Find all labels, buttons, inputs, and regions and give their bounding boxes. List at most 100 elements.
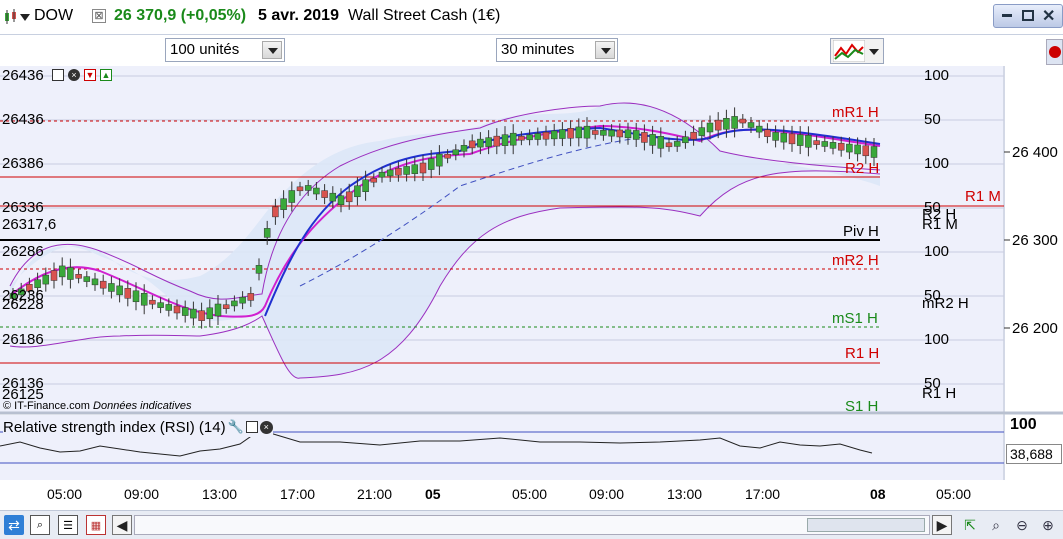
- candle-body: [108, 283, 115, 292]
- level-label: 26436: [2, 67, 44, 84]
- scroll-left-button[interactable]: ◀: [112, 515, 132, 535]
- scroll-right-button[interactable]: ▶: [932, 515, 952, 535]
- candle-body: [452, 149, 460, 156]
- level-label: 26317,6: [2, 216, 57, 233]
- candle-body: [419, 162, 427, 174]
- candle-body: [534, 133, 542, 140]
- candle-body: [395, 167, 402, 176]
- candle-body: [559, 129, 566, 139]
- level-R1M-right: R1 M: [922, 216, 958, 233]
- candle-body: [362, 179, 369, 192]
- time-label: 21:00: [357, 486, 393, 502]
- move-up-icon[interactable]: ▲: [100, 69, 112, 81]
- candle-body: [263, 228, 271, 238]
- zoom-settings-icon[interactable]: ⌕: [30, 515, 50, 535]
- candle-body: [296, 186, 304, 192]
- time-label: 05: [425, 486, 441, 502]
- level-label: 26336: [2, 199, 44, 216]
- side-panel-tab[interactable]: [1046, 39, 1063, 65]
- chart-type-selector[interactable]: [830, 38, 884, 64]
- candle-body: [764, 129, 771, 137]
- level-R1H: R1 H: [845, 345, 880, 362]
- bottom-toolbar: ⇄ ⌕ ☰ ▦ ◀ ▶ ⇱ ⌕ ⊖ ⊕: [0, 510, 1063, 539]
- price-change: 26 370,9 (+0,05%): [114, 7, 247, 24]
- chevron-down-icon[interactable]: [262, 41, 282, 59]
- candle-body: [247, 293, 255, 301]
- candle-body: [231, 300, 238, 307]
- candle-body: [854, 144, 861, 155]
- interval-select[interactable]: 30 minutes: [496, 38, 618, 62]
- candle-body: [829, 142, 837, 149]
- level-label: 26228: [2, 296, 44, 313]
- candle-body: [354, 185, 361, 198]
- time-label: 13:00: [667, 486, 703, 502]
- source-note: © IT-Finance.com Données indicatives: [3, 400, 191, 412]
- rsi-scale-top: 100: [1010, 416, 1037, 433]
- zoom-out-icon[interactable]: ⊖: [1012, 515, 1032, 535]
- panel-window-icon[interactable]: [52, 69, 64, 81]
- candle-body: [329, 192, 337, 202]
- minimize-icon[interactable]: [1002, 14, 1012, 17]
- panel-window-icon[interactable]: [245, 421, 258, 433]
- candle-body: [222, 304, 230, 309]
- chart-toolbar: 100 unités 30 minutes: [0, 34, 1063, 66]
- time-label: 09:00: [124, 486, 160, 502]
- candle-body: [313, 187, 320, 195]
- zoom-in-fit-icon[interactable]: ⌕: [986, 515, 1006, 535]
- time-label: 17:00: [745, 486, 781, 502]
- time-label: 17:00: [280, 486, 316, 502]
- chevron-down-icon[interactable]: [869, 49, 879, 55]
- zoom-in-icon[interactable]: ⊕: [1038, 515, 1058, 535]
- time-label: 09:00: [589, 486, 625, 502]
- table-icon[interactable]: ▦: [86, 515, 106, 535]
- date-label: 5 avr. 2019: [258, 7, 339, 24]
- move-down-icon[interactable]: ▼: [84, 69, 96, 81]
- candle-body: [485, 137, 492, 147]
- alert-icon: [1049, 46, 1061, 58]
- candle-body: [124, 288, 132, 299]
- scroll-thumb[interactable]: [807, 518, 925, 532]
- candle-body: [821, 141, 829, 147]
- symbol-label[interactable]: DOW: [34, 7, 73, 25]
- share-icon[interactable]: ⇄: [4, 515, 24, 535]
- wrench-icon[interactable]: 🔧: [228, 419, 244, 435]
- level-label: 26286: [2, 243, 44, 260]
- candle-body: [157, 302, 164, 308]
- candle-body: [288, 190, 296, 203]
- candle-body: [91, 278, 99, 286]
- candle-body: [583, 125, 591, 139]
- panel-close-icon[interactable]: ×: [68, 69, 80, 81]
- candle-body: [378, 171, 386, 178]
- price-chart[interactable]: [0, 66, 1063, 510]
- close-window-icon[interactable]: ⊠: [92, 9, 106, 23]
- panel-close-icon[interactable]: ×: [259, 420, 273, 434]
- list-icon[interactable]: ☰: [58, 515, 78, 535]
- title-bar: DOW ⊠ 26 370,9 (+0,05%) 5 avr. 2019 Wall…: [0, 0, 1063, 34]
- time-label: 13:00: [202, 486, 238, 502]
- symbol-dropdown-icon[interactable]: [20, 14, 30, 21]
- chevron-down-icon[interactable]: [595, 41, 615, 59]
- candle-body: [304, 185, 312, 191]
- candle-body: [772, 132, 779, 141]
- candle-body: [173, 305, 181, 314]
- scroll-track[interactable]: [134, 515, 930, 535]
- candle-body: [526, 134, 533, 141]
- candle-body: [255, 265, 263, 274]
- candle-body: [501, 134, 509, 146]
- candle-body: [181, 307, 189, 316]
- chart-area[interactable]: 26436 26436 26386 26336 26317,6 26286 26…: [0, 66, 1063, 539]
- candle-body: [673, 141, 681, 147]
- units-select-value: 100 unités: [170, 41, 240, 58]
- level-label: 26436: [2, 111, 44, 128]
- candle-body: [468, 140, 476, 149]
- source-label: © IT-Finance.com: [3, 400, 90, 412]
- candle-body: [370, 177, 378, 183]
- units-select[interactable]: 100 unités: [165, 38, 285, 62]
- window-controls[interactable]: ✕: [993, 4, 1063, 28]
- fit-icon[interactable]: ⇱: [960, 515, 980, 535]
- candle-body: [444, 153, 451, 159]
- panel-controls: × ▼ ▲: [52, 69, 118, 83]
- close-icon[interactable]: ✕: [1042, 6, 1055, 26]
- candle-body: [714, 119, 722, 131]
- maximize-icon[interactable]: [1022, 10, 1034, 21]
